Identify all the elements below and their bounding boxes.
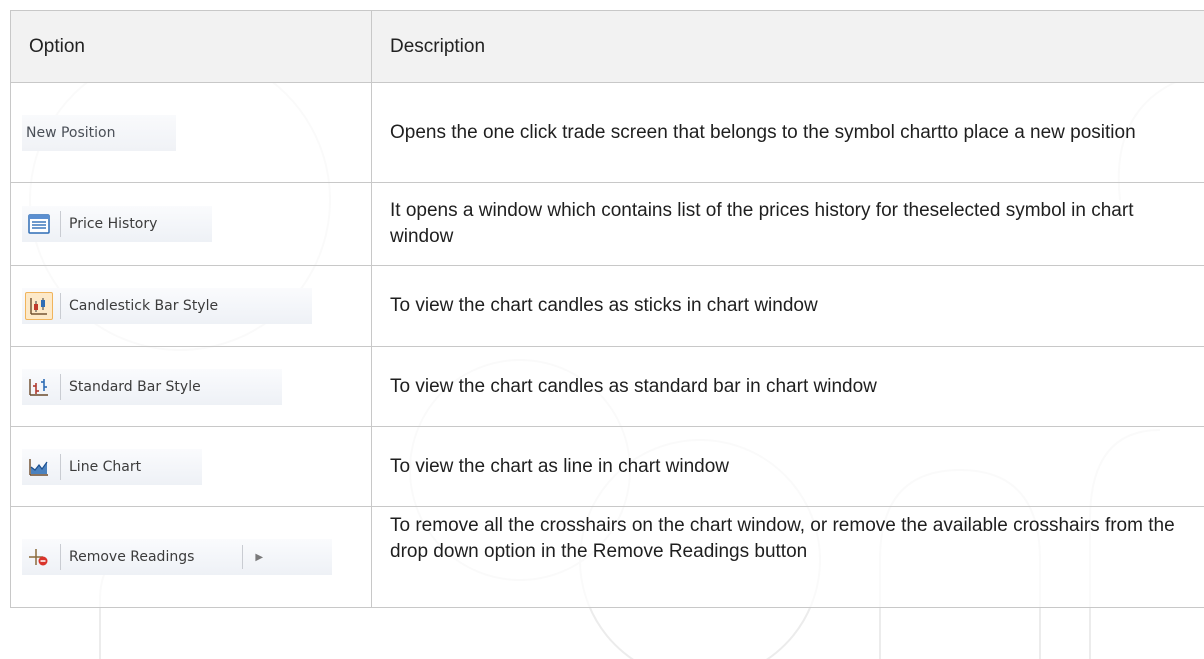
separator: [60, 373, 61, 400]
description-text: To view the chart as line in chart windo…: [390, 455, 729, 477]
price-history-button[interactable]: Price History: [22, 206, 212, 242]
option-label: Remove Readings: [69, 549, 195, 565]
dropdown-arrow-icon[interactable]: ▶: [255, 552, 263, 563]
remove-readings-button[interactable]: Remove Readings ▶: [22, 539, 332, 575]
description-text: To view the chart candles as sticks in c…: [390, 295, 818, 316]
description-cell: To remove all the crosshairs on the char…: [371, 506, 1204, 608]
price-history-icon: [24, 209, 54, 239]
description-cell: To view the chart as line in chart windo…: [371, 426, 1204, 507]
description-cell: It opens a window which contains list of…: [371, 182, 1204, 266]
table-row: Remove Readings ▶ To remove all the cros…: [10, 506, 1204, 608]
table-row: Candlestick Bar Style To view the chart …: [10, 265, 1204, 347]
description-text: Opens the one click trade screen that be…: [390, 121, 1136, 143]
option-label: Standard Bar Style: [69, 378, 201, 395]
option-cell: Price History: [10, 182, 372, 266]
description-text: To remove all the crosshairs on the char…: [390, 515, 1175, 562]
table-header-row: Option Description: [10, 10, 1204, 83]
description-cell: Opens the one click trade screen that be…: [371, 82, 1204, 183]
separator: [60, 544, 61, 570]
line-chart-button[interactable]: Line Chart: [22, 448, 202, 485]
header-description-label: Description: [390, 35, 486, 57]
options-table: Option Description New Position Opens th…: [10, 10, 1204, 608]
separator: [60, 211, 61, 237]
option-label: Line Chart: [69, 458, 142, 475]
option-cell: Standard Bar Style: [10, 346, 372, 427]
option-cell: Line Chart: [10, 426, 372, 507]
line-chart-icon: [24, 452, 54, 482]
candlestick-icon: [25, 292, 53, 320]
table-row: New Position Opens the one click trade s…: [10, 82, 1204, 183]
header-option-label: Option: [29, 35, 85, 57]
option-cell: Remove Readings ▶: [10, 506, 372, 608]
header-option: Option: [10, 10, 372, 83]
separator: [242, 545, 244, 569]
header-description: Description: [371, 10, 1204, 83]
table-row: Standard Bar Style To view the chart can…: [10, 346, 1204, 427]
standard-bar-style-button[interactable]: Standard Bar Style: [22, 368, 282, 405]
option-cell: Candlestick Bar Style: [10, 265, 372, 347]
option-label: New Position: [26, 124, 116, 141]
standard-bar-icon: [24, 372, 54, 402]
candlestick-icon-wrap: [24, 291, 54, 321]
description-text: It opens a window which contains list of…: [390, 200, 1134, 247]
option-cell: New Position: [10, 82, 372, 183]
separator: [60, 453, 61, 480]
candlestick-bar-style-button[interactable]: Candlestick Bar Style: [22, 288, 312, 324]
description-cell: To view the chart candles as standard ba…: [371, 346, 1204, 427]
separator: [60, 293, 61, 319]
table-row: Line Chart To view the chart as line in …: [10, 426, 1204, 507]
description-text: To view the chart candles as standard ba…: [390, 375, 877, 397]
option-label: Candlestick Bar Style: [69, 298, 219, 314]
description-cell: To view the chart candles as sticks in c…: [371, 265, 1204, 347]
new-position-button[interactable]: New Position: [22, 114, 176, 151]
option-label: Price History: [69, 216, 158, 232]
remove-readings-icon: [24, 542, 54, 572]
table-row: Price History It opens a window which co…: [10, 182, 1204, 266]
